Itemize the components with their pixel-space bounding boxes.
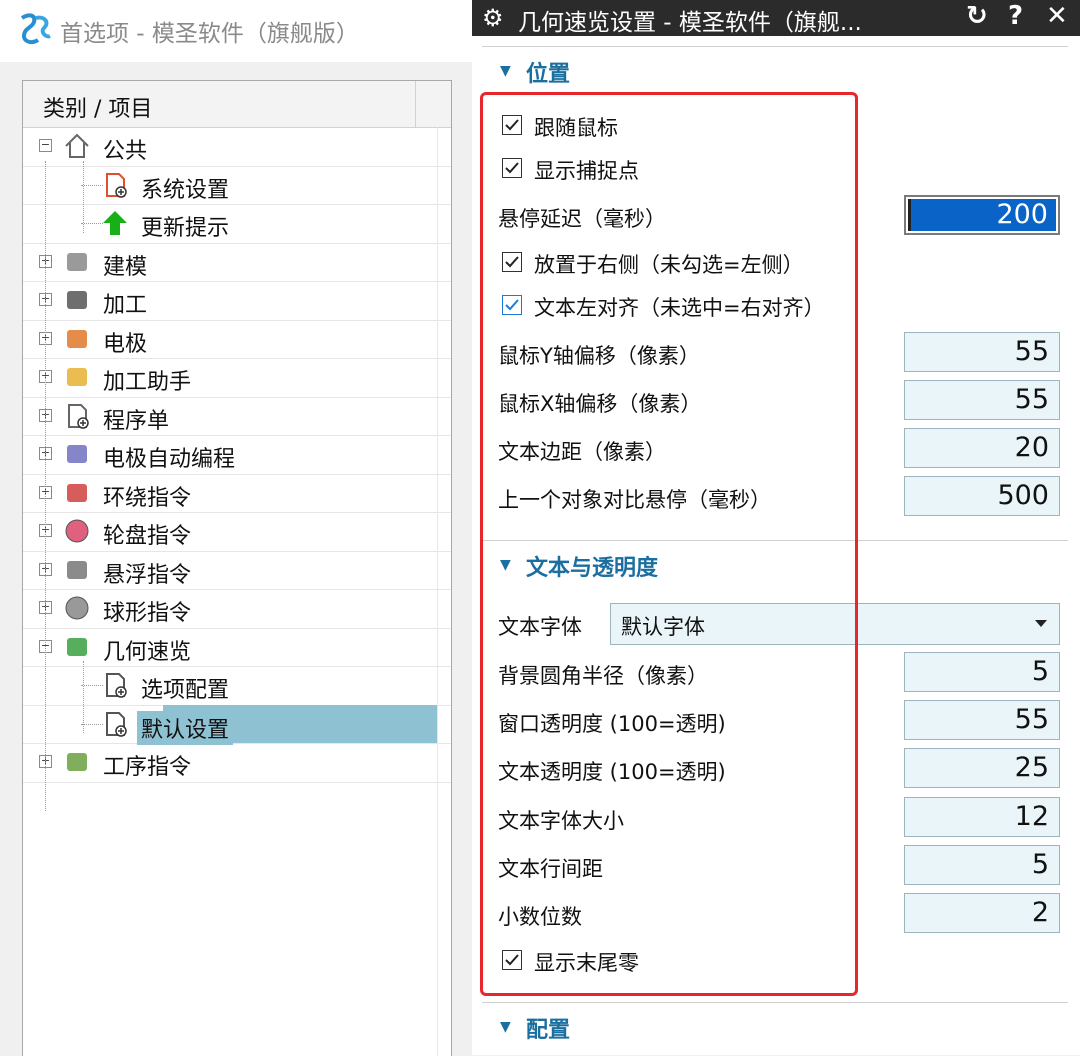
machining-icon (63, 286, 91, 314)
tree-item[interactable]: + 建模 (23, 243, 415, 281)
tree-item[interactable]: + 球形指令 (23, 589, 415, 627)
tree-item-label: 程序单 (103, 408, 170, 434)
highlight-box (480, 92, 858, 996)
tree-item[interactable]: + 电极自动编程 (23, 435, 415, 473)
category-tree[interactable]: 类别 / 项目 − 公共系统设置更新提示 + 建模 + 加工 + 电极 + 加工助手 + 程序单 + 电极… (22, 80, 452, 1056)
font-size-input[interactable]: 12 (904, 797, 1060, 837)
float-icon (63, 556, 91, 584)
tree-connector (81, 223, 103, 224)
collapse-triangle-icon: ▼ (500, 1019, 511, 1035)
process-icon (63, 748, 91, 776)
text-alpha-input[interactable]: 25 (904, 748, 1060, 788)
tree-item[interactable]: + 程序单 (23, 397, 415, 435)
tree-item[interactable]: + 加工助手 (23, 358, 415, 396)
column-separator (437, 127, 438, 1056)
row-divider (23, 781, 451, 783)
tree-connector (81, 184, 103, 186)
tree-item-label: 系统设置 (141, 177, 230, 203)
modeling-icon (63, 248, 91, 276)
gear-icon: ⚙ (482, 4, 504, 32)
folder-assistant-icon (63, 363, 91, 391)
tree-item[interactable]: − 公共 (23, 127, 415, 165)
tree-item-label: 电极 (103, 331, 148, 357)
section-position-title: 位置 (526, 62, 571, 87)
scrollbar[interactable] (1068, 36, 1080, 1055)
tree-item-label: 加工 (103, 293, 148, 318)
tree-item-label: 电极自动编程 (103, 447, 236, 472)
tree-guide-line (45, 161, 46, 811)
collapse-icon[interactable]: − (39, 139, 52, 152)
geometry-cube-icon (63, 633, 91, 661)
tree-guide-line (83, 661, 84, 733)
tree-header-label: 类别 / 项目 (43, 97, 153, 122)
x-offset-input[interactable]: 55 (904, 380, 1060, 420)
tree-item-label: 更新提示 (141, 216, 230, 241)
settings-title-bar[interactable]: ⚙ 几何速览设置 - 模圣软件（旗舰... ↻ ? ✕ (472, 0, 1080, 36)
section-config-header[interactable]: ▼ 配置 (482, 1002, 1070, 1049)
tree-guide-line (83, 161, 84, 233)
tree-item-label: 球形指令 (103, 601, 192, 626)
tree-item-label: 默认设置 (137, 710, 234, 745)
tree-item-label: 环绕指令 (103, 485, 192, 511)
preferences-title-bar[interactable]: 首选项 - 模圣软件（旗舰版） (0, 0, 472, 62)
radius-input[interactable]: 5 (904, 652, 1060, 692)
tree-item[interactable]: + 工序指令 (23, 743, 415, 781)
tree-header[interactable]: 类别 / 项目 (23, 81, 451, 128)
text-margin-input[interactable]: 20 (904, 428, 1060, 468)
electrode-auto-icon (63, 440, 91, 468)
hover-delay-value: 200 (908, 199, 1056, 231)
electrode-icon (63, 325, 91, 353)
tree-item-label: 建模 (103, 254, 148, 280)
settings-title: 几何速览设置 - 模圣软件（旗舰... (518, 10, 862, 36)
tree-item[interactable]: 更新提示 (23, 204, 415, 242)
home-icon (63, 132, 91, 160)
section-position-header[interactable]: ▼ 位置 (482, 46, 1070, 93)
tree-item-label: 几何速览 (103, 639, 192, 665)
window-alpha-input[interactable]: 55 (904, 700, 1060, 740)
app-logo-icon (20, 13, 51, 45)
tree-item-label: 悬浮指令 (103, 562, 192, 588)
tree-item-label: 工序指令 (103, 755, 192, 780)
tree-connector (81, 723, 103, 725)
tree-item-label: 加工助手 (103, 370, 192, 395)
tree-item[interactable]: 默认设置 (23, 705, 415, 745)
dropdown-arrow-icon (1035, 620, 1047, 627)
tree-item[interactable]: − 几何速览 (23, 628, 415, 666)
tree-item-label: 选项配置 (141, 678, 230, 703)
section-config-title: 配置 (526, 1018, 571, 1043)
preferences-title: 首选项 - 模圣软件（旗舰版） (60, 21, 359, 47)
header-separator (415, 81, 416, 127)
tree-item[interactable]: + 环绕指令 (23, 474, 415, 512)
default-doc-icon (101, 710, 129, 738)
tree-item-label: 轮盘指令 (103, 524, 192, 549)
tree-item[interactable]: + 轮盘指令 (23, 512, 415, 550)
option-doc-icon (101, 671, 129, 699)
tree-item[interactable]: 选项配置 (23, 666, 415, 704)
help-button[interactable]: ? (1008, 1, 1023, 31)
tree-item-label: 公共 (103, 139, 148, 164)
prev-compare-input[interactable]: 500 (904, 476, 1060, 516)
close-button[interactable]: ✕ (1046, 1, 1068, 31)
decimals-input[interactable]: 2 (904, 893, 1060, 933)
wheel-icon (63, 517, 91, 545)
program-sheet-icon (63, 402, 91, 430)
hover-delay-input[interactable]: 200 (904, 195, 1060, 235)
tree-item[interactable]: + 悬浮指令 (23, 551, 415, 589)
green-up-arrow-icon (101, 209, 129, 237)
tree-connector (81, 685, 103, 686)
reset-button[interactable]: ↻ (966, 1, 988, 31)
line-spacing-input[interactable]: 5 (904, 845, 1060, 885)
tree-item[interactable]: 系统设置 (23, 166, 415, 204)
sphere-icon (63, 594, 91, 622)
y-offset-input[interactable]: 55 (904, 332, 1060, 372)
tree-item[interactable]: + 电极 (23, 320, 415, 358)
preferences-window: 首选项 - 模圣软件（旗舰版） 类别 / 项目 − 公共 系统设置 更新提示 + 建模 + 加… (0, 0, 472, 1056)
collapse-triangle-icon: ▼ (500, 63, 511, 79)
settings-doc-icon (101, 171, 129, 199)
surround-icon (63, 479, 91, 507)
tree-item[interactable]: + 加工 (23, 281, 415, 319)
